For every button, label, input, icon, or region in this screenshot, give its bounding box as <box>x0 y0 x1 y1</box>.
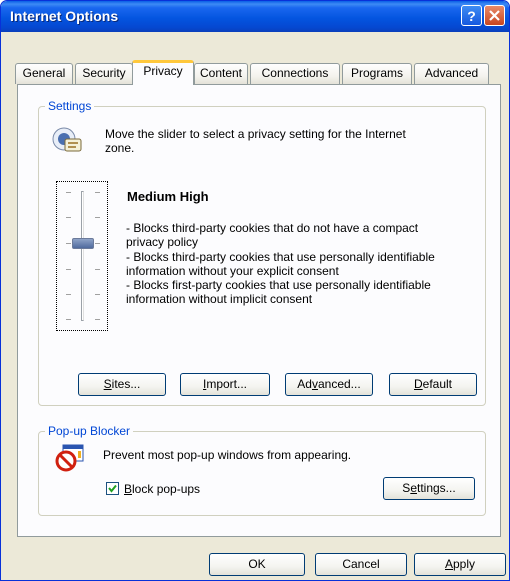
tab-label: Advanced <box>424 66 479 80</box>
tab-label: Programs <box>350 66 403 80</box>
ok-button[interactable]: OK <box>209 553 305 576</box>
tab-connections[interactable]: Connections <box>250 63 340 84</box>
title-bar[interactable]: Internet Options ? <box>1 1 509 32</box>
cancel-button[interactable]: Cancel <box>315 553 407 576</box>
slider-tick <box>66 294 71 295</box>
privacy-globe-icon <box>52 127 82 152</box>
privacy-level-name: Medium High <box>127 189 209 204</box>
internet-options-window: Internet Options ? General Security Priv… <box>0 0 510 581</box>
close-icon <box>489 10 500 21</box>
description-line: privacy policy <box>126 235 199 249</box>
slider-tick <box>66 192 71 193</box>
tab-advanced[interactable]: Advanced <box>414 63 489 84</box>
slider-tick <box>95 269 100 270</box>
tab-general[interactable]: General <box>15 63 73 84</box>
tab-programs[interactable]: Programs <box>342 63 412 84</box>
tab-privacy[interactable]: Privacy <box>132 60 194 85</box>
slider-thumb[interactable] <box>72 238 94 249</box>
window-title: Internet Options <box>10 8 119 24</box>
intro-text-line2: zone. <box>105 141 135 155</box>
slider-tick <box>95 294 100 295</box>
sites-button[interactable]: Sites... <box>78 373 166 396</box>
intro-text-line1: Move the slider to select a privacy sett… <box>105 127 406 141</box>
help-button[interactable]: ? <box>461 5 482 26</box>
settings-group-label: Settings <box>45 99 95 113</box>
description-line: - Blocks third-party cookies that do not… <box>126 221 419 235</box>
description-line: - Blocks third-party cookies that use pe… <box>126 250 435 264</box>
privacy-panel: Settings Move the slider to select a pri… <box>17 84 501 537</box>
slider-tick <box>95 192 100 193</box>
apply-button[interactable]: Apply <box>414 553 506 576</box>
block-popups-checkbox[interactable] <box>106 482 119 495</box>
privacy-slider[interactable] <box>56 181 108 331</box>
checkmark-icon <box>108 484 117 493</box>
tab-content[interactable]: Content <box>194 63 248 84</box>
advanced-button[interactable]: Advanced... <box>285 373 373 396</box>
slider-tick <box>66 269 71 270</box>
popup-blocker-group: Pop-up Blocker Prevent most pop-up windo… <box>38 424 486 516</box>
popup-blocker-icon <box>55 444 84 472</box>
description-line: - Blocks first-party cookies that use pe… <box>126 278 431 292</box>
import-button[interactable]: Import... <box>180 373 270 396</box>
popup-settings-button[interactable]: Settings... <box>383 477 475 500</box>
tab-security[interactable]: Security <box>75 63 133 84</box>
tab-label: Content <box>199 66 243 80</box>
slider-track <box>81 191 84 321</box>
block-popups-label[interactable]: Block pop-ups <box>124 482 200 496</box>
description-line: information without your explicit consen… <box>126 264 339 278</box>
popup-description: Prevent most pop-up windows from appeari… <box>103 448 352 462</box>
settings-group: Settings Move the slider to select a pri… <box>38 99 486 406</box>
slider-tick <box>95 243 100 244</box>
slider-tick <box>66 217 71 218</box>
slider-tick <box>66 319 71 320</box>
tab-label: Security <box>82 66 126 80</box>
tab-label: Privacy <box>143 64 183 78</box>
default-button[interactable]: Default <box>389 373 477 396</box>
close-button[interactable] <box>484 5 505 26</box>
help-icon: ? <box>467 8 476 24</box>
slider-tick <box>95 217 100 218</box>
tab-label: General <box>22 66 66 80</box>
tab-label: Connections <box>261 66 329 80</box>
slider-tick <box>95 319 100 320</box>
slider-tick <box>66 243 71 244</box>
popup-blocker-group-label: Pop-up Blocker <box>45 424 134 438</box>
description-line: information without implicit consent <box>126 292 313 306</box>
